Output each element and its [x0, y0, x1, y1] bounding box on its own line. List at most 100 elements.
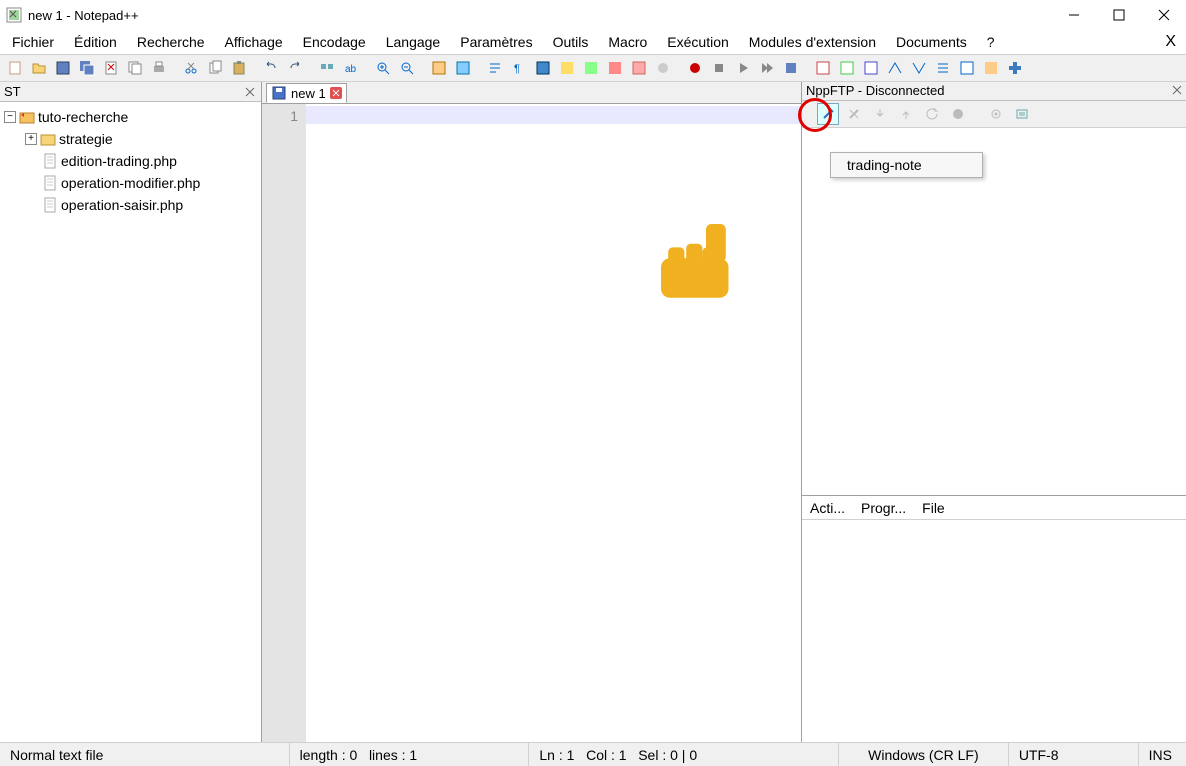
tree-root-label: tuto-recherche [38, 109, 128, 125]
menu-modules[interactable]: Modules d'extension [741, 32, 884, 52]
userdefine-icon[interactable] [556, 57, 578, 79]
svg-text:ab: ab [345, 64, 357, 75]
ftp-refresh-icon[interactable] [921, 103, 943, 125]
new-file-icon[interactable] [4, 57, 26, 79]
menu-recherche[interactable]: Recherche [129, 32, 213, 52]
file-tree-panel: ST − tuto-recherche + strategie edition-… [0, 82, 262, 742]
showall-icon[interactable]: ¶ [508, 57, 530, 79]
record-icon[interactable] [684, 57, 706, 79]
undo-icon[interactable] [260, 57, 282, 79]
window-title: new 1 - Notepad++ [28, 8, 1051, 23]
tree-item-label: operation-modifier.php [61, 175, 200, 191]
replace-icon[interactable]: ab [340, 57, 362, 79]
ftp-tab-actions[interactable]: Acti... [802, 498, 853, 518]
ftp-tree[interactable]: trading-note [802, 128, 1186, 497]
file-tree[interactable]: − tuto-recherche + strategie edition-tra… [0, 102, 261, 742]
redo-icon[interactable] [284, 57, 306, 79]
sync-v-icon[interactable] [428, 57, 450, 79]
tb-misc7-icon[interactable] [956, 57, 978, 79]
open-file-icon[interactable] [28, 57, 50, 79]
menu-fichier[interactable]: Fichier [4, 32, 62, 52]
ftp-profile-item[interactable]: trading-note [847, 157, 922, 173]
ftp-connect-icon[interactable] [817, 103, 839, 125]
close-file-icon[interactable] [100, 57, 122, 79]
menu-langage[interactable]: Langage [378, 32, 449, 52]
print-icon[interactable] [148, 57, 170, 79]
status-encoding: UTF-8 [1009, 743, 1139, 766]
folder-icon[interactable] [652, 57, 674, 79]
indent-icon[interactable] [532, 57, 554, 79]
ftp-upload-icon[interactable] [895, 103, 917, 125]
close-tab-icon[interactable] [330, 87, 342, 99]
tree-root[interactable]: − tuto-recherche [4, 106, 257, 128]
tree-item-label: operation-saisir.php [61, 197, 183, 213]
doclist-icon[interactable] [604, 57, 626, 79]
wordwrap-icon[interactable] [484, 57, 506, 79]
tree-item-folder[interactable]: + strategie [4, 128, 257, 150]
funclist-icon[interactable] [628, 57, 650, 79]
close-all-icon[interactable] [124, 57, 146, 79]
tb-misc3-icon[interactable] [860, 57, 882, 79]
menu-documents[interactable]: Documents [888, 32, 975, 52]
copy-icon[interactable] [204, 57, 226, 79]
playmulti-icon[interactable] [756, 57, 778, 79]
menu-macro[interactable]: Macro [600, 32, 655, 52]
sidebar-close-icon[interactable] [243, 85, 257, 99]
save-all-icon[interactable] [76, 57, 98, 79]
sync-h-icon[interactable] [452, 57, 474, 79]
tb-misc1-icon[interactable] [812, 57, 834, 79]
menubar: Fichier Édition Recherche Affichage Enco… [0, 30, 1186, 54]
tb-misc4-icon[interactable] [884, 57, 906, 79]
ftp-disconnect-icon[interactable] [843, 103, 865, 125]
tree-item-file[interactable]: operation-modifier.php [4, 172, 257, 194]
ftp-settings-icon[interactable] [985, 103, 1007, 125]
tree-item-file[interactable]: operation-saisir.php [4, 194, 257, 216]
cut-icon[interactable] [180, 57, 202, 79]
current-line-highlight [306, 106, 801, 124]
tree-item-label: strategie [59, 131, 113, 147]
status-eol: Windows (CR LF) [839, 743, 1009, 766]
menu-edition[interactable]: Édition [66, 32, 125, 52]
paste-icon[interactable] [228, 57, 250, 79]
menu-parametres[interactable]: Paramètres [452, 32, 540, 52]
ftp-download-icon[interactable] [869, 103, 891, 125]
ftp-abort-icon[interactable] [947, 103, 969, 125]
ftp-tab-progress[interactable]: Progr... [853, 498, 914, 518]
tree-item-file[interactable]: edition-trading.php [4, 150, 257, 172]
menu-execution[interactable]: Exécution [659, 32, 736, 52]
menu-outils[interactable]: Outils [545, 32, 597, 52]
tb-misc8-icon[interactable] [980, 57, 1002, 79]
collapse-icon[interactable]: − [4, 111, 16, 123]
menu-encodage[interactable]: Encodage [295, 32, 374, 52]
close-button[interactable] [1141, 0, 1186, 30]
zoom-in-icon[interactable] [372, 57, 394, 79]
editor-area: new 1 1 [262, 82, 802, 742]
status-sel: Sel : 0 | 0 [638, 747, 697, 763]
maximize-button[interactable] [1096, 0, 1141, 30]
zoom-out-icon[interactable] [396, 57, 418, 79]
save-icon[interactable] [52, 57, 74, 79]
docmap-icon[interactable] [580, 57, 602, 79]
menubar-close-icon[interactable]: X [1165, 33, 1186, 51]
ftp-profile-dropdown[interactable]: trading-note [830, 152, 983, 178]
tb-misc5-icon[interactable] [908, 57, 930, 79]
ftp-log-area [802, 520, 1186, 742]
editor-tab[interactable]: new 1 [266, 83, 347, 103]
find-icon[interactable] [316, 57, 338, 79]
ftp-close-icon[interactable] [1172, 83, 1182, 98]
ftp-messages-icon[interactable] [1011, 103, 1033, 125]
minimize-button[interactable] [1051, 0, 1096, 30]
ftp-bottom-panel: Acti... Progr... File [802, 496, 1186, 742]
savemacro-icon[interactable] [780, 57, 802, 79]
stop-icon[interactable] [708, 57, 730, 79]
play-icon[interactable] [732, 57, 754, 79]
status-col: Col : 1 [586, 747, 626, 763]
plugin-icon[interactable] [1004, 57, 1026, 79]
ftp-tab-file[interactable]: File [914, 498, 953, 518]
menu-help[interactable]: ? [979, 32, 1003, 52]
expand-icon[interactable]: + [25, 133, 37, 145]
tb-misc2-icon[interactable] [836, 57, 858, 79]
menu-affichage[interactable]: Affichage [217, 32, 291, 52]
tb-misc6-icon[interactable] [932, 57, 954, 79]
text-editor[interactable] [306, 104, 801, 742]
